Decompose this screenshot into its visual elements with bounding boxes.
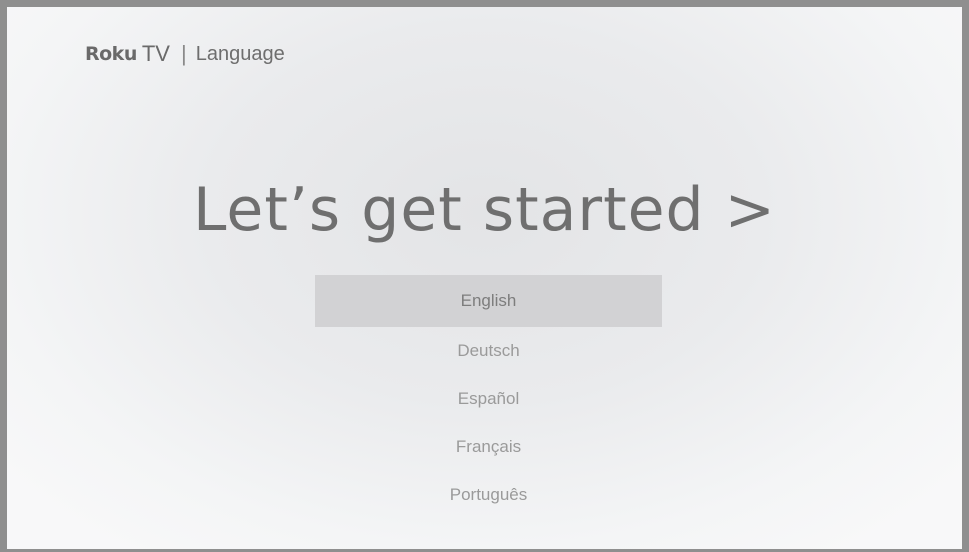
language-option-portugues[interactable]: Português bbox=[315, 471, 662, 519]
language-option-english[interactable]: English bbox=[315, 275, 662, 327]
header: Roku TV | Language bbox=[85, 37, 285, 71]
section-title: Language bbox=[195, 42, 285, 65]
language-option-francais[interactable]: Français bbox=[315, 423, 662, 471]
language-list: English Deutsch Español Français Portugu… bbox=[315, 275, 662, 519]
header-separator: | bbox=[180, 41, 187, 66]
language-option-espanol[interactable]: Español bbox=[315, 375, 662, 423]
language-option-deutsch[interactable]: Deutsch bbox=[315, 327, 662, 375]
tv-screen: Roku TV | Language Let’s get started > E… bbox=[0, 0, 969, 552]
roku-logo: Roku bbox=[85, 43, 137, 65]
page-title: Let’s get started > bbox=[193, 175, 776, 245]
roku-tv-logo-suffix: TV bbox=[141, 41, 170, 66]
